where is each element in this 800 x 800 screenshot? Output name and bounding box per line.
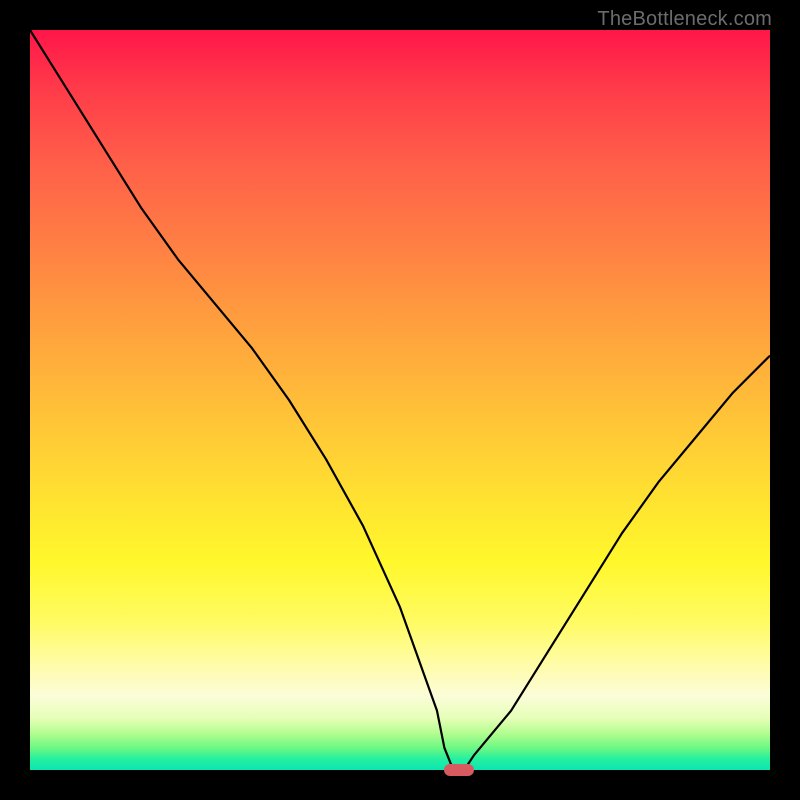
curve-path	[30, 30, 770, 770]
plot-area	[30, 30, 770, 770]
watermark-text: TheBottleneck.com	[597, 8, 772, 31]
optimal-marker	[444, 764, 474, 776]
chart-frame: TheBottleneck.com	[0, 0, 800, 800]
bottleneck-curve	[30, 30, 770, 770]
